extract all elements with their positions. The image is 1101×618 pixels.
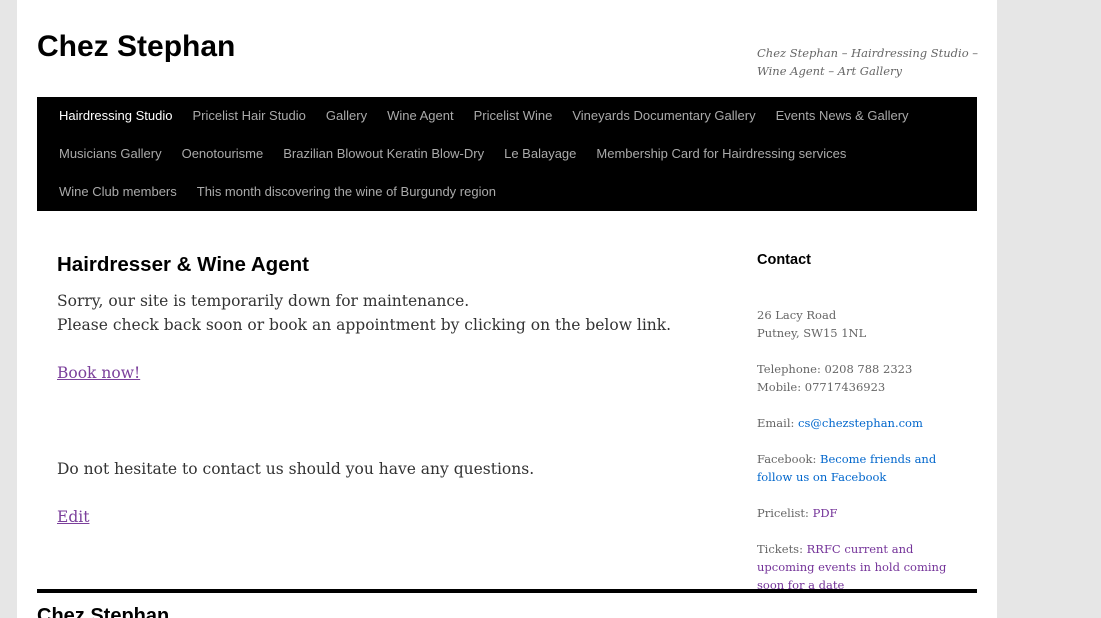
nav-item-wine-agent[interactable]: Wine Agent xyxy=(377,97,464,135)
nav-item-pricelist-hair-studio[interactable]: Pricelist Hair Studio xyxy=(182,97,315,135)
nav-item-gallery[interactable]: Gallery xyxy=(316,97,377,135)
contact-note: Do not hesitate to contact us should you… xyxy=(57,460,535,478)
address-line-2: Putney, SW15 1NL xyxy=(757,326,867,340)
contact-widget: 26 Lacy Road Putney, SW15 1NL Telephone:… xyxy=(757,306,962,594)
page-title: Hairdresser & Wine Agent xyxy=(57,253,309,276)
site-description: Chez Stephan – Hairdressing Studio – Win… xyxy=(757,46,979,78)
nav-item-membership-card[interactable]: Membership Card for Hairdressing service… xyxy=(586,135,856,173)
nav-item-pricelist-wine[interactable]: Pricelist Wine xyxy=(464,97,563,135)
tickets-label: Tickets: xyxy=(757,542,807,556)
facebook: Facebook: Become friends and follow us o… xyxy=(757,450,962,486)
mobile: Mobile: 07717436923 xyxy=(757,380,886,394)
nav-item-events-news-gallery[interactable]: Events News & Gallery xyxy=(766,97,919,135)
maintenance-message: Sorry, our site is temporarily down for … xyxy=(57,289,697,337)
email-link[interactable]: cs@chezstephan.com xyxy=(798,416,923,430)
entry-body: Sorry, our site is temporarily down for … xyxy=(57,289,697,529)
nav-item-le-balayage[interactable]: Le Balayage xyxy=(494,135,586,173)
email-label: Email: xyxy=(757,416,799,430)
book-paragraph: Book now! xyxy=(57,361,697,385)
edit-paragraph: Edit xyxy=(57,505,697,529)
nav-item-hairdressing-studio[interactable]: Hairdressing Studio xyxy=(49,97,182,135)
main-content: Hairdresser & Wine Agent Sorry, our site… xyxy=(57,250,697,529)
pricelist-pdf-link[interactable]: PDF xyxy=(813,506,838,520)
email: Email: cs@chezstephan.com xyxy=(757,414,962,432)
footer-divider xyxy=(37,589,977,593)
nav-item-burgundy-wine[interactable]: This month discovering the wine of Burgu… xyxy=(187,173,506,211)
book-now-link[interactable]: Book now! xyxy=(57,364,140,382)
nav-item-vineyards-documentary-gallery[interactable]: Vineyards Documentary Gallery xyxy=(562,97,765,135)
pricelist: Pricelist: PDF xyxy=(757,504,962,522)
pricelist-label: Pricelist: xyxy=(757,506,813,520)
telephone: Telephone: 0208 788 2323 xyxy=(757,362,913,376)
contact-widget-title: Contact xyxy=(757,252,811,268)
footer-site-title[interactable]: Chez Stephan xyxy=(37,603,169,618)
main-navigation: Hairdressing Studio Pricelist Hair Studi… xyxy=(37,97,977,211)
maintenance-line-1: Sorry, our site is temporarily down for … xyxy=(57,292,470,310)
address-line-1: 26 Lacy Road xyxy=(757,308,837,322)
nav-item-wine-club-members[interactable]: Wine Club members xyxy=(49,173,187,211)
sidebar: Contact 26 Lacy Road Putney, SW15 1NL Te… xyxy=(757,250,962,612)
phone-numbers: Telephone: 0208 788 2323 Mobile: 0771743… xyxy=(757,360,962,396)
edit-link[interactable]: Edit xyxy=(57,508,89,526)
facebook-label: Facebook: xyxy=(757,452,821,466)
address: 26 Lacy Road Putney, SW15 1NL xyxy=(757,306,962,342)
site-title[interactable]: Chez Stephan xyxy=(37,30,235,64)
page-wrapper: Chez Stephan Chez Stephan – Hairdressing… xyxy=(17,0,997,618)
tickets: Tickets: RRFC current and upcoming event… xyxy=(757,540,962,594)
nav-item-brazilian-blowout[interactable]: Brazilian Blowout Keratin Blow-Dry xyxy=(273,135,494,173)
maintenance-line-2: Please check back soon or book an appoin… xyxy=(57,316,672,334)
nav-item-oenotourisme[interactable]: Oenotourisme xyxy=(172,135,274,173)
nav-item-musicians-gallery[interactable]: Musicians Gallery xyxy=(49,135,172,173)
